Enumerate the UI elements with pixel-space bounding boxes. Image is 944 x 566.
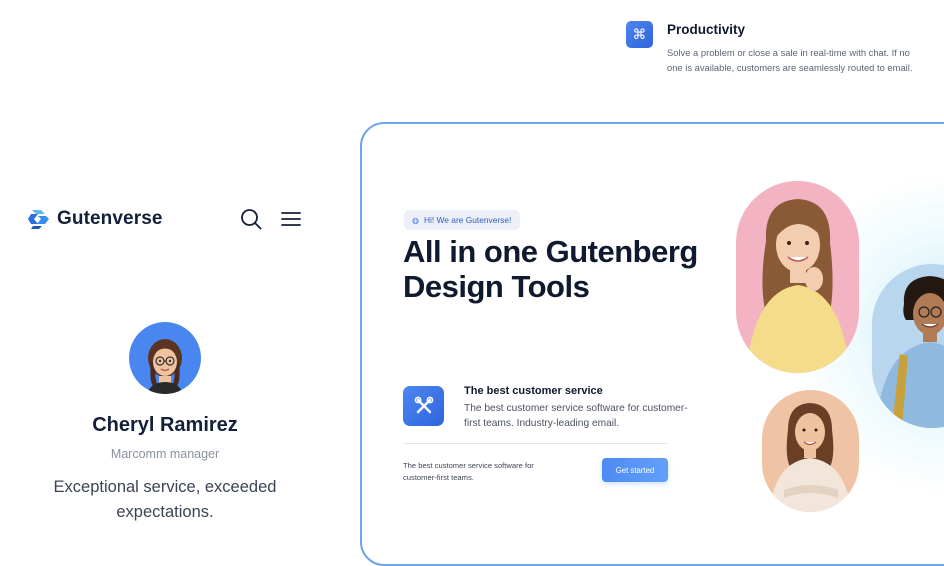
woman-smiling-photo	[736, 181, 859, 373]
feature-title: Productivity	[667, 22, 746, 37]
man-with-backpack-photo	[872, 264, 944, 428]
tools-icon	[403, 386, 444, 426]
hero-title: All in one Gutenberg Design Tools	[403, 234, 698, 304]
brand-logo[interactable]: Gutenverse	[27, 207, 163, 231]
command-icon: ⌘	[626, 21, 653, 48]
service-title: The best customer service	[464, 385, 603, 397]
hero-preview-frame: ◍ Hi! We are Gutenverse! All in one Gute…	[360, 122, 944, 566]
badge-text: Hi! We are Gutenverse!	[423, 215, 512, 225]
memoji-avatar-icon	[147, 339, 183, 394]
intro-badge: ◍ Hi! We are Gutenverse!	[404, 210, 521, 230]
globe-icon: ◍	[412, 215, 419, 225]
woman-arms-crossed-photo	[762, 390, 859, 512]
small-description: The best customer service software for c…	[403, 461, 534, 482]
testimonial-role: Marcomm manager	[110, 447, 220, 461]
avatar	[129, 322, 201, 394]
search-icon[interactable]	[240, 208, 262, 230]
testimonial-name: Cheryl Ramirez	[92, 414, 238, 436]
testimonial-quote: Exceptional service, exceeded expectatio…	[53, 478, 277, 521]
divider	[403, 443, 667, 444]
service-description: The best customer service software for c…	[464, 403, 688, 429]
feature-description: Solve a problem or close a sale in real-…	[667, 47, 913, 73]
hamburger-menu-icon[interactable]	[281, 210, 301, 228]
gutenverse-logo-icon	[28, 210, 49, 229]
brand-name: Gutenverse	[57, 208, 163, 229]
get-started-button[interactable]: Get started	[602, 458, 668, 482]
